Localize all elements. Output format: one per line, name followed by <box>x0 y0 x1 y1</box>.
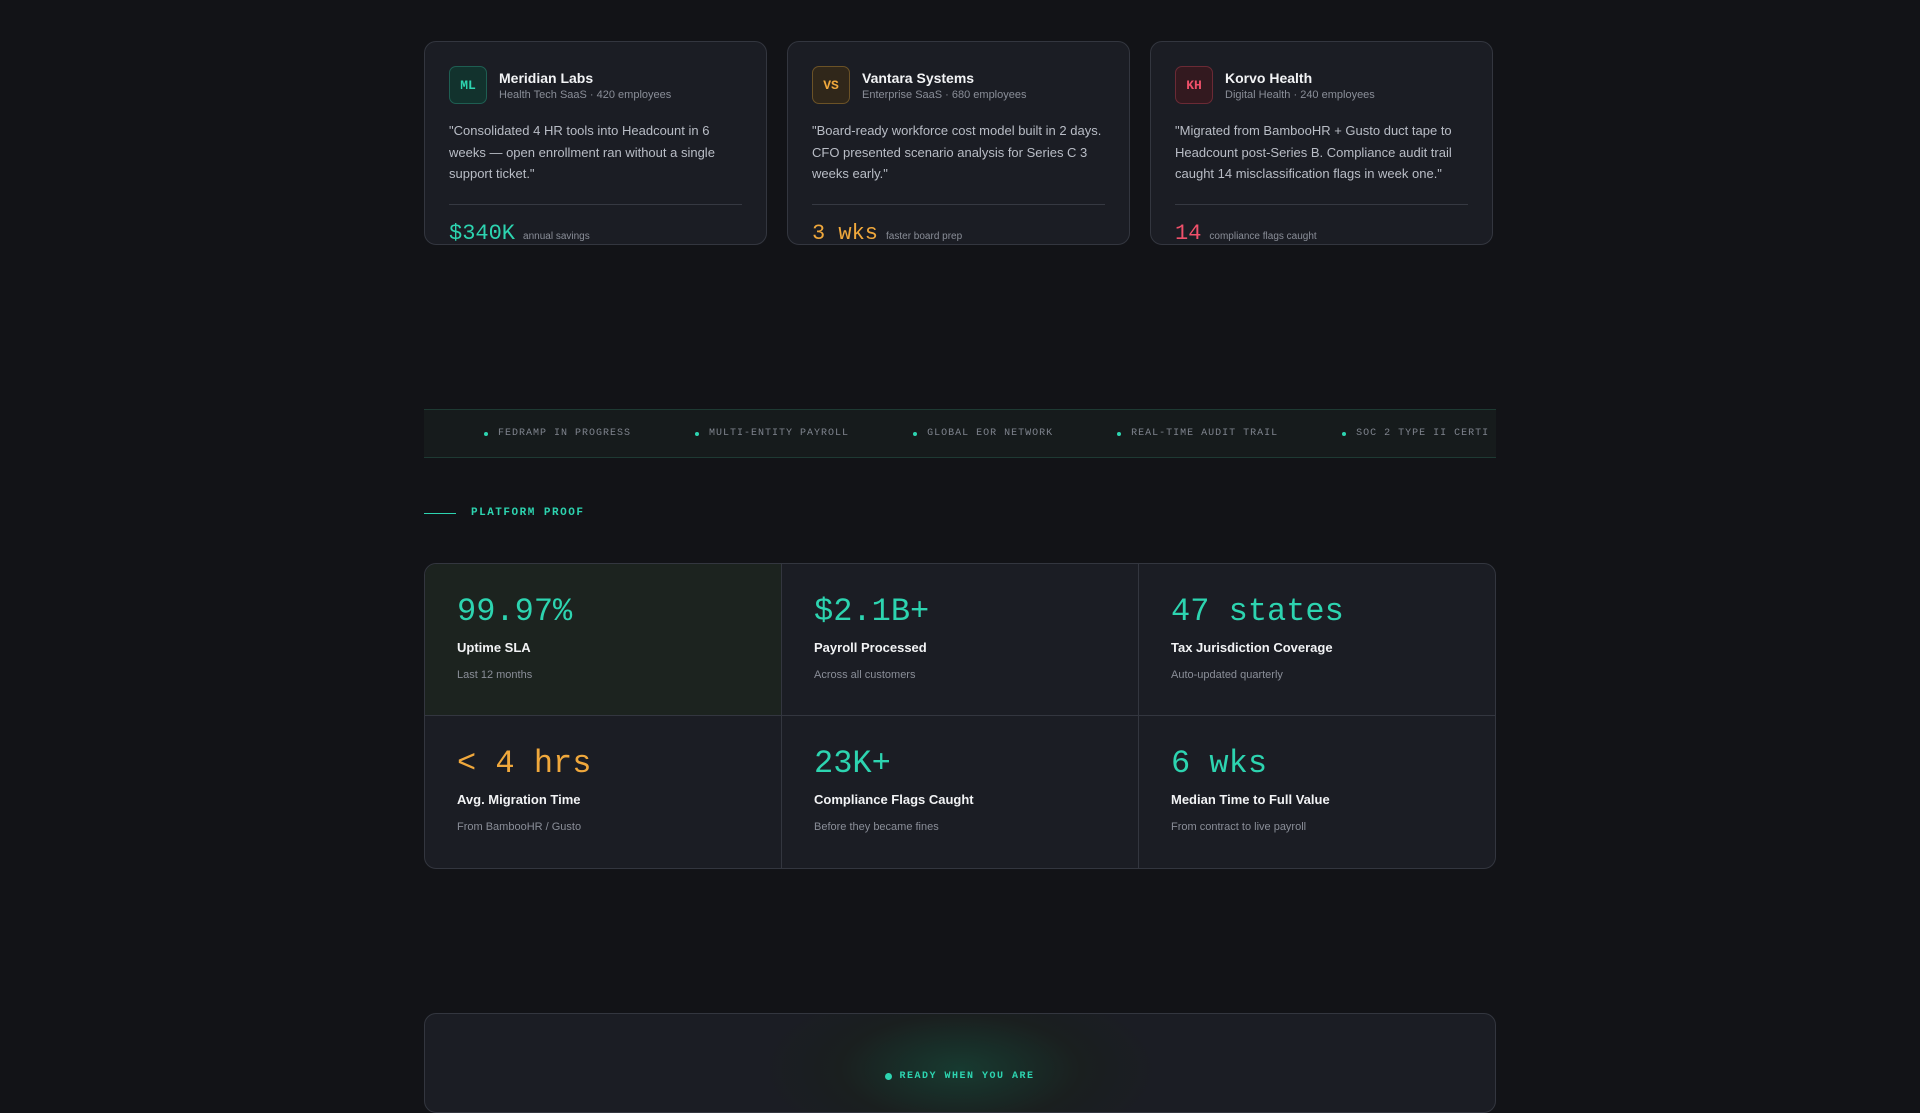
divider <box>1175 204 1468 205</box>
ticker-label: REAL-TIME AUDIT TRAIL <box>1131 428 1279 439</box>
stat-subtext: From contract to live payroll <box>1171 821 1307 833</box>
company-name: Vantara Systems <box>862 70 975 86</box>
stat-card: 23K+ Compliance Flags Caught Before they… <box>782 716 1139 868</box>
company-meta: Digital Health · 240 employees <box>1225 89 1375 101</box>
stat-value: 6 wks <box>1171 745 1268 782</box>
company-meta: Enterprise SaaS · 680 employees <box>862 89 1027 101</box>
company-name: Meridian Labs <box>499 70 594 86</box>
bullet-dot-icon <box>913 431 918 436</box>
stat-label: Compliance Flags Caught <box>814 792 974 807</box>
metric-label: compliance flags caught <box>1209 231 1317 242</box>
card-header: VS Vantara Systems Enterprise SaaS · 680… <box>812 66 1105 104</box>
company-avatar: KH <box>1175 66 1213 104</box>
bullet-dot-icon <box>1117 431 1122 436</box>
section-eyebrow: PLATFORM PROOF <box>424 507 1496 519</box>
cta-panel: READY WHEN YOU ARE <box>424 1013 1496 1113</box>
metric-value: 14 <box>1175 221 1202 246</box>
testimonial-metric: 14 compliance flags caught <box>1175 221 1468 246</box>
ticker-label: SOC 2 TYPE II CERTI <box>1356 428 1490 439</box>
divider <box>449 204 742 205</box>
stat-subtext: Before they became fines <box>814 821 939 833</box>
ticker-item: GLOBAL EOR NETWORK <box>913 428 1053 439</box>
stat-label: Payroll Processed <box>814 640 927 655</box>
metric-value: 3 wks <box>812 221 879 246</box>
bullet-dot-icon <box>695 431 700 436</box>
testimonial-card-vantara: VS Vantara Systems Enterprise SaaS · 680… <box>787 41 1130 246</box>
stat-card: 6 wks Median Time to Full Value From con… <box>1139 716 1495 868</box>
ticker-label: MULTI-ENTITY PAYROLL <box>709 428 850 439</box>
eyebrow-line <box>424 512 456 514</box>
stat-value: 47 states <box>1171 593 1344 630</box>
divider <box>812 204 1105 205</box>
bullet-dot-icon <box>1342 431 1347 436</box>
ticker-label: FEDRAMP IN PROGRESS <box>498 428 632 439</box>
testimonial-card-korvo: KH Korvo Health Digital Health · 240 emp… <box>1150 41 1493 246</box>
stat-subtext: Last 12 months <box>457 669 533 681</box>
stat-card: 47 states Tax Jurisdiction Coverage Auto… <box>1139 564 1495 716</box>
card-header: ML Meridian Labs Health Tech SaaS · 420 … <box>449 66 742 104</box>
testimonial-metric: 3 wks faster board prep <box>812 221 1105 246</box>
platform-stats-grid: 99.97% Uptime SLA Last 12 months $2.1B+ … <box>424 563 1496 869</box>
testimonial-quote: "Migrated from BambooHR + Gusto duct tap… <box>1175 123 1452 181</box>
metric-label: faster board prep <box>886 231 963 242</box>
stat-card: $2.1B+ Payroll Processed Across all cust… <box>782 564 1139 716</box>
ticker-item: SOC 2 TYPE II CERTI <box>1342 428 1489 439</box>
company-name: Korvo Health <box>1225 70 1313 86</box>
company-avatar: VS <box>812 66 850 104</box>
company-meta: Health Tech SaaS · 420 employees <box>499 89 672 101</box>
card-header: KH Korvo Health Digital Health · 240 emp… <box>1175 66 1468 104</box>
testimonial-quote: "Board-ready workforce cost model built … <box>812 123 1102 181</box>
ticker-item: MULTI-ENTITY PAYROLL <box>695 428 849 439</box>
eyebrow-label: PLATFORM PROOF <box>471 507 585 519</box>
status-dot-icon <box>885 1073 893 1080</box>
testimonial-metric: $340K annual savings <box>449 221 742 246</box>
ticker-label: GLOBAL EOR NETWORK <box>927 428 1054 439</box>
stat-card: < 4 hrs Avg. Migration Time From BambooH… <box>425 716 782 868</box>
stat-value: < 4 hrs <box>457 745 592 782</box>
cta-eyebrow: READY WHEN YOU ARE <box>425 1071 1495 1082</box>
stat-card: 99.97% Uptime SLA Last 12 months <box>425 564 782 716</box>
cta-eyebrow-label: READY WHEN YOU ARE <box>899 1071 1035 1082</box>
company-avatar: ML <box>449 66 487 104</box>
stat-value: $2.1B+ <box>814 593 930 630</box>
stat-value: 99.97% <box>457 593 573 630</box>
metric-value: $340K <box>449 221 516 246</box>
testimonial-cards: ML Meridian Labs Health Tech SaaS · 420 … <box>424 41 1496 246</box>
testimonial-quote: "Consolidated 4 HR tools into Headcount … <box>449 123 715 181</box>
bullet-dot-icon <box>484 431 488 436</box>
stat-label: Median Time to Full Value <box>1171 792 1330 807</box>
ticker-item: REAL-TIME AUDIT TRAIL <box>1117 428 1278 439</box>
stat-label: Tax Jurisdiction Coverage <box>1171 640 1333 655</box>
stat-label: Uptime SLA <box>457 640 531 655</box>
stat-subtext: Across all customers <box>814 669 916 681</box>
stat-subtext: From BambooHR / Gusto <box>457 821 582 833</box>
feature-ticker: FEDRAMP IN PROGRESS MULTI-ENTITY PAYROLL… <box>424 409 1496 458</box>
metric-label: annual savings <box>523 231 590 242</box>
ticker-item: FEDRAMP IN PROGRESS <box>484 428 631 439</box>
stat-value: 23K+ <box>814 745 891 782</box>
stat-subtext: Auto-updated quarterly <box>1171 669 1283 681</box>
stat-label: Avg. Migration Time <box>457 792 581 807</box>
testimonial-card-meridian: ML Meridian Labs Health Tech SaaS · 420 … <box>424 41 767 246</box>
